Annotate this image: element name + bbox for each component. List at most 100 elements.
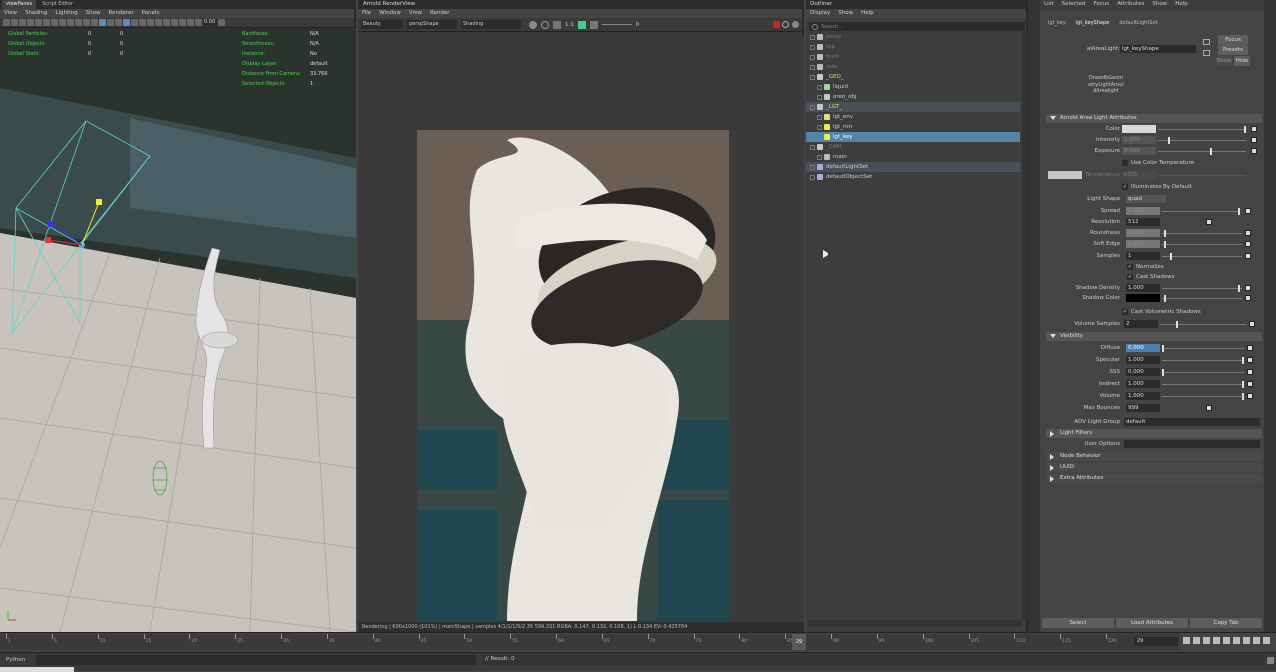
exposure-field[interactable]: 0.00 [203, 19, 217, 26]
playback-options-icon[interactable] [1263, 637, 1270, 644]
outliner-vscrollbar[interactable] [1022, 32, 1027, 620]
exposure-slider-knob[interactable] [1210, 148, 1212, 155]
ae-menu-list[interactable]: List [1044, 1, 1054, 10]
volume-samples-knob[interactable] [1176, 321, 1178, 328]
map-button[interactable] [1247, 357, 1253, 363]
presets-button[interactable]: Presets [1218, 45, 1248, 55]
section-extra-attributes[interactable]: Extra Attributes [1046, 474, 1262, 483]
step-forward-frame-icon[interactable] [1233, 637, 1240, 644]
visibility-value-field[interactable]: 0.000 [1126, 368, 1160, 376]
samples-slider[interactable] [1162, 256, 1242, 257]
rv-menu-render[interactable]: Render [430, 10, 450, 17]
map-button[interactable] [1245, 241, 1251, 247]
spread-slider[interactable] [1162, 211, 1240, 212]
exposure-icon[interactable] [195, 19, 202, 26]
right-tab-strip[interactable] [1264, 0, 1276, 632]
grid-icon[interactable] [35, 19, 42, 26]
outliner-item[interactable]: side [806, 62, 1020, 72]
visibility-slider[interactable] [1162, 396, 1244, 397]
spread-slider-knob[interactable] [1238, 208, 1240, 215]
select-camera-icon[interactable] [3, 19, 10, 26]
liquid-mesh[interactable] [0, 28, 356, 632]
intensity-field[interactable]: 1.000 [1122, 136, 1156, 144]
samples-field[interactable]: 1 [1126, 252, 1160, 260]
roundness-slider[interactable] [1162, 233, 1242, 234]
outliner-item[interactable]: _CAM_ [806, 142, 1020, 152]
visibility-value-field[interactable]: 1.000 [1126, 392, 1160, 400]
map-button[interactable] [1245, 285, 1251, 291]
volume-samples-slider[interactable] [1160, 324, 1246, 325]
rv-menu-window[interactable]: Window [379, 10, 401, 17]
focus-icon[interactable] [1203, 39, 1210, 45]
record-icon[interactable] [529, 20, 537, 29]
ratio-label[interactable]: 1:1 [565, 22, 574, 28]
shadow-color-swatch[interactable] [1126, 294, 1160, 302]
expand-toggle-icon[interactable] [810, 104, 815, 110]
play-backwards-icon[interactable] [1213, 637, 1220, 644]
soft-edge-field[interactable]: 1.000 [1126, 240, 1160, 248]
visibility-value-field[interactable]: 1.000 [1126, 356, 1160, 364]
resolution-gate-icon[interactable] [51, 19, 58, 26]
visibility-slider[interactable] [1162, 360, 1244, 361]
map-button[interactable] [1249, 321, 1255, 327]
map-button[interactable] [1251, 137, 1257, 143]
expand-toggle-icon[interactable] [817, 154, 822, 160]
ol-menu-show[interactable]: Show [838, 10, 853, 17]
expand-toggle-icon[interactable] [810, 44, 815, 50]
expand-toggle-icon[interactable] [817, 114, 822, 120]
outliner-item[interactable]: main [806, 152, 1020, 162]
outliner-item[interactable]: top [806, 42, 1020, 52]
wireframe-on-shaded-icon[interactable] [107, 19, 114, 26]
step-forward-key-icon[interactable] [1243, 637, 1250, 644]
xray-joints-icon[interactable] [179, 19, 186, 26]
hide-button[interactable]: Hide [1234, 56, 1250, 66]
roundness-slider-knob[interactable] [1164, 230, 1166, 237]
bookmark-icon[interactable] [19, 19, 26, 26]
expand-toggle-icon[interactable] [810, 174, 815, 180]
refresh-icon[interactable] [553, 20, 561, 29]
expand-toggle-icon[interactable] [810, 74, 815, 80]
outliner-item[interactable]: defaultObjectSet [806, 172, 1020, 182]
tab-lgt-keyshape[interactable]: lgt_keyShape [1071, 19, 1114, 27]
rv-menu-view[interactable]: View [409, 10, 422, 17]
viewport-scene[interactable] [0, 28, 356, 632]
expand-toggle-icon[interactable] [810, 164, 815, 170]
image-plane-icon[interactable] [27, 19, 34, 26]
tab-lgt-key[interactable]: lgt_key [1044, 19, 1070, 27]
outliner-item[interactable]: front [806, 52, 1020, 62]
intensity-slider-knob[interactable] [1168, 137, 1170, 144]
map-button[interactable] [1251, 148, 1257, 154]
visibility-slider[interactable] [1162, 384, 1244, 385]
ol-menu-help[interactable]: Help [861, 10, 874, 17]
menu-shading[interactable]: Shading [25, 10, 47, 17]
visibility-slider-knob[interactable] [1242, 357, 1244, 364]
visibility-slider-knob[interactable] [1242, 381, 1244, 388]
outliner-panel[interactable]: Outliner Display Show Help Search... per… [806, 0, 1028, 632]
safe-action-icon[interactable] [75, 19, 82, 26]
viewport-panel[interactable]: viewPanes Script Editor View Shading Lig… [0, 0, 356, 632]
color-swatch[interactable] [1122, 125, 1156, 133]
map-button[interactable] [1206, 405, 1212, 411]
arnold-renderview[interactable]: Arnold RenderView File Window View Rende… [358, 0, 804, 632]
show-button[interactable]: Show [1216, 56, 1232, 66]
section-uuid[interactable]: UUID [1046, 463, 1262, 472]
display-icon[interactable] [589, 20, 598, 29]
user-options-field[interactable] [1124, 440, 1260, 448]
xray-icon[interactable] [171, 19, 178, 26]
region-icon[interactable] [577, 20, 586, 29]
lights-icon[interactable] [123, 19, 130, 26]
isolate-select-icon[interactable] [163, 19, 170, 26]
aov-light-group-field[interactable]: default [1124, 418, 1260, 426]
tab-defaultlightset[interactable]: defaultLightSet [1115, 19, 1161, 27]
shadow-density-field[interactable]: 1.000 [1126, 284, 1160, 292]
map-button[interactable] [1247, 345, 1253, 351]
wireframe-icon[interactable] [91, 19, 98, 26]
aov-dropdown[interactable]: Beauty [361, 20, 403, 29]
visibility-value-field[interactable]: 0.000 [1126, 344, 1160, 352]
map-button[interactable] [1245, 295, 1251, 301]
ae-menu-show[interactable]: Show [1152, 1, 1167, 10]
illuminates-default-checkbox[interactable]: ✓ [1122, 184, 1128, 190]
intensity-slider[interactable] [1158, 140, 1246, 141]
ol-menu-display[interactable]: Display [810, 10, 830, 17]
shadow-color-slider[interactable] [1162, 298, 1242, 299]
